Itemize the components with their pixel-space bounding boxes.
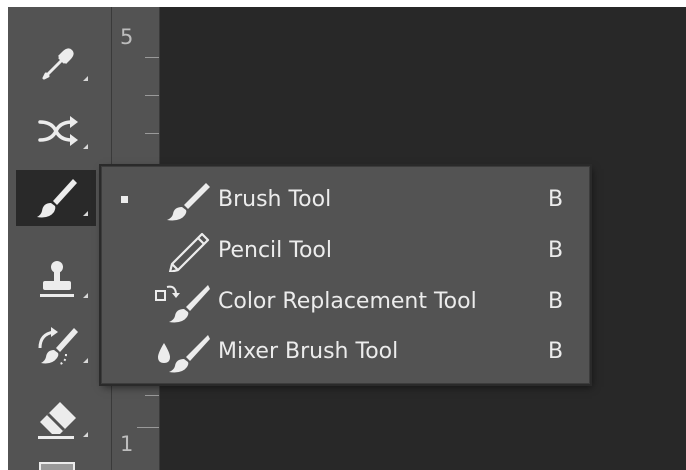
ruler-label: 1	[120, 432, 134, 456]
menu-item-pencil-tool[interactable]: Pencil Tool B	[102, 226, 589, 276]
menu-item-label: Brush Tool	[218, 187, 332, 212]
ruler-tick	[145, 133, 159, 134]
menu-item-shortcut: B	[548, 289, 564, 314]
stamp-icon	[34, 257, 80, 303]
history-brush-tool-button[interactable]	[18, 317, 96, 373]
brush-tool-button[interactable]	[16, 170, 96, 226]
menu-item-brush-tool[interactable]: Brush Tool B	[102, 175, 589, 225]
color-replacement-icon	[154, 281, 210, 323]
photoshop-workspace: 5 1 Brush Tool B Pencil Tool B Color Rep…	[0, 0, 686, 470]
eyedropper-icon	[34, 40, 80, 86]
gradient-icon	[34, 453, 80, 470]
history-brush-icon	[34, 322, 80, 368]
eraser-tool-button[interactable]	[18, 391, 96, 447]
content-aware-move-tool-button[interactable]	[18, 103, 96, 159]
menu-item-color-replacement-tool[interactable]: Color Replacement Tool B	[102, 277, 589, 327]
pencil-icon	[154, 230, 210, 274]
menu-item-shortcut: B	[548, 238, 564, 263]
active-tool-indicator	[121, 196, 128, 203]
gradient-tool-button[interactable]	[18, 453, 96, 470]
ruler-tick	[145, 95, 159, 96]
menu-item-label: Mixer Brush Tool	[218, 339, 399, 364]
menu-item-label: Color Replacement Tool	[218, 289, 477, 314]
clone-stamp-tool-button[interactable]	[18, 252, 96, 308]
menu-item-shortcut: B	[548, 339, 564, 364]
menu-item-mixer-brush-tool[interactable]: Mixer Brush Tool B	[102, 327, 589, 377]
content-aware-move-icon	[34, 108, 80, 154]
eraser-icon	[34, 396, 80, 442]
ruler-label: 5	[120, 25, 134, 49]
ruler-tick	[145, 57, 159, 58]
ruler-tick	[137, 427, 159, 428]
brush-icon	[154, 179, 210, 221]
mixer-brush-icon	[154, 331, 210, 373]
eyedropper-tool-button[interactable]	[18, 35, 96, 91]
menu-item-label: Pencil Tool	[218, 238, 333, 263]
ruler-tick	[145, 395, 159, 396]
brush-icon	[33, 175, 79, 221]
brush-tools-flyout-menu: Brush Tool B Pencil Tool B Color Replace…	[101, 166, 590, 384]
menu-item-shortcut: B	[548, 187, 564, 212]
tools-panel	[8, 7, 111, 470]
